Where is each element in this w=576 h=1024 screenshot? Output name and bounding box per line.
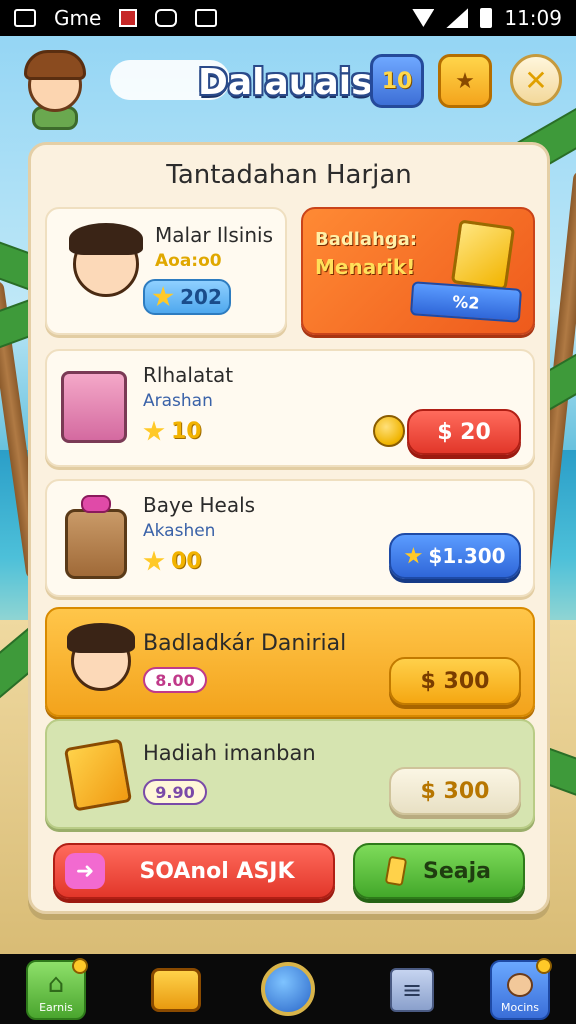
cast-icon xyxy=(195,9,218,27)
coin-icon xyxy=(373,415,405,447)
nav-menu[interactable]: ≡ xyxy=(382,960,442,1020)
battery-icon xyxy=(480,8,493,28)
offer-title: Rlhalatat xyxy=(143,363,234,387)
offer-subtitle: Arashan xyxy=(143,391,213,411)
bottom-nav: ⌂ Earnis ≡ Mocins xyxy=(0,954,576,1024)
offer-card-5[interactable]: Hadiah imanban 9.90 $ 300 xyxy=(45,719,535,829)
gift-icon: ★ xyxy=(455,68,475,94)
price-label: $ 20 xyxy=(437,419,491,445)
price-label: $1.300 xyxy=(428,544,506,568)
star-icon xyxy=(152,286,174,307)
price-label: $ 300 xyxy=(420,668,490,694)
nav-chest[interactable] xyxy=(146,960,206,1020)
offer-title: Badladkár Danirial xyxy=(143,631,347,656)
close-button[interactable]: ✕ xyxy=(510,54,562,106)
primary-action-label: SOAnol ASJK xyxy=(139,858,295,884)
gift-card-icon xyxy=(63,738,133,812)
primary-action-button[interactable]: ➜ SOAnol ASJK xyxy=(53,843,335,899)
star-reward: 10 xyxy=(143,419,202,444)
nav-pets-label: Mocins xyxy=(500,1001,540,1014)
nav-badge xyxy=(72,958,88,974)
bow-icon xyxy=(81,495,111,513)
star-count-pill: 202 xyxy=(143,279,231,315)
game-header: Dalauais 10 ★ ✕ xyxy=(0,44,576,130)
notification-icon xyxy=(119,9,138,27)
promo-line-2: Menarik! xyxy=(315,255,416,279)
pet-icon xyxy=(507,973,533,997)
offer-card-3[interactable]: Baye Heals Akashen 00 $1.300 xyxy=(45,479,535,597)
offer-card-2[interactable]: Rlhalatat Arashan 10 $ 20 xyxy=(45,349,535,467)
price-label: $ 300 xyxy=(420,778,490,804)
arrow-right-icon: ➜ xyxy=(65,853,105,889)
offer-title: Hadiah imanban xyxy=(143,741,316,765)
panel-title: Tantadahan Harjan xyxy=(166,160,412,190)
star-icon xyxy=(143,550,165,571)
offer-subtitle: Aoa:o0 xyxy=(155,251,222,271)
promo-tag: %2 xyxy=(409,281,523,323)
status-app-label: Gme xyxy=(54,6,102,30)
menu-icon: ≡ xyxy=(390,968,434,1012)
nav-home[interactable]: ⌂ Earnis xyxy=(26,958,88,1020)
girl-hair xyxy=(67,623,135,653)
signal-icon xyxy=(446,8,469,28)
close-icon: ✕ xyxy=(524,63,548,97)
trophy-icon xyxy=(450,219,516,291)
promo-card[interactable]: Badlahga: Menarik! %2 xyxy=(301,207,535,335)
globe-icon xyxy=(261,962,315,1016)
game-title: Dalauais xyxy=(198,62,373,103)
reward-pill: 8.00 xyxy=(143,667,207,693)
star-count: 10 xyxy=(171,419,202,444)
buy-button-3[interactable]: $ 300 xyxy=(389,657,521,705)
buy-button-1[interactable]: $ 20 xyxy=(407,409,521,455)
offer-title: Baye Heals xyxy=(143,493,256,517)
buy-button-2[interactable]: $1.300 xyxy=(389,533,521,579)
nav-badge xyxy=(536,958,552,974)
image-icon xyxy=(14,9,36,27)
status-time: 11:09 xyxy=(504,6,562,30)
reward-value: 9.90 xyxy=(155,782,195,802)
shop-panel: Tantadahan Harjan Malar Ilsinis Aoa:o0 2… xyxy=(28,142,550,914)
nav-home-label: Earnis xyxy=(39,1001,73,1014)
buy-button-4[interactable]: $ 300 xyxy=(389,767,521,815)
star-icon xyxy=(143,420,165,441)
level-value: 10 xyxy=(381,68,413,94)
secondary-action-label: Seaja xyxy=(423,858,491,884)
offer-card-1[interactable]: Malar Ilsinis Aoa:o0 202 xyxy=(45,207,287,335)
nav-globe[interactable] xyxy=(258,960,318,1020)
wifi-icon xyxy=(412,9,435,27)
offer-title: Malar Ilsinis xyxy=(155,223,273,247)
reward-value: 8.00 xyxy=(155,670,195,690)
camera-icon xyxy=(155,9,178,27)
reward-pill: 9.90 xyxy=(143,779,207,805)
offer-subtitle: Akashen xyxy=(143,521,216,541)
nav-pets[interactable]: Mocins xyxy=(490,958,552,1020)
star-icon xyxy=(404,547,423,564)
offer-card-4[interactable]: Badladkár Danirial 8.00 $ 300 xyxy=(45,607,535,717)
home-icon: ⌂ xyxy=(47,969,65,999)
gift-box-icon xyxy=(61,371,127,443)
mascot-hair xyxy=(24,50,86,80)
star-count: 00 xyxy=(171,549,202,574)
level-button[interactable]: 10 xyxy=(370,54,424,108)
mascot-avatar[interactable] xyxy=(14,48,94,130)
star-reward: 00 xyxy=(143,549,202,574)
chest-icon xyxy=(151,968,201,1012)
gift-button[interactable]: ★ xyxy=(438,54,492,108)
promo-line-1: Badlahga: xyxy=(315,229,418,250)
secondary-action-button[interactable]: Seaja xyxy=(353,843,525,899)
ticket-icon xyxy=(384,855,408,887)
cookie-jar-icon xyxy=(65,509,127,579)
star-count: 202 xyxy=(180,285,222,309)
girl-hair xyxy=(69,223,143,255)
status-bar: Gme 11:09 xyxy=(0,0,576,36)
